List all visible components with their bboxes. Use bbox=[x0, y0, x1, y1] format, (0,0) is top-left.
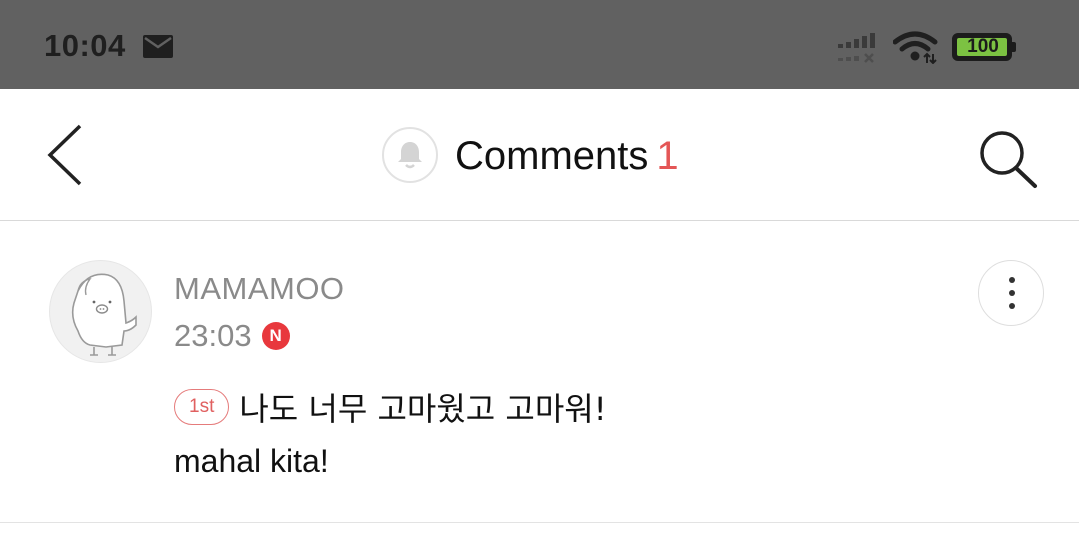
comment-item: MAMAMOO 23:03 N 1st 나도 너무 고마웠고 고마워! maha… bbox=[0, 221, 1079, 523]
page-title-text: Comments bbox=[455, 134, 649, 178]
status-bar: 10:04 100 bbox=[0, 0, 1079, 89]
more-dot-icon bbox=[1009, 277, 1015, 283]
battery-icon: 100 bbox=[952, 33, 1016, 61]
battery-level: 100 bbox=[967, 36, 999, 57]
search-icon[interactable] bbox=[975, 129, 1039, 189]
more-dot-icon bbox=[1009, 303, 1015, 309]
notification-bell-button[interactable] bbox=[382, 127, 438, 183]
comment-author[interactable]: MAMAMOO bbox=[174, 271, 345, 307]
comments-header: Comments 1 bbox=[0, 89, 1079, 221]
wifi-icon bbox=[893, 31, 938, 64]
comment-text-line2: mahal kita! bbox=[174, 443, 329, 479]
signal-icon bbox=[838, 33, 875, 63]
page-title: Comments 1 bbox=[455, 133, 679, 179]
back-icon[interactable] bbox=[44, 124, 84, 186]
more-dot-icon bbox=[1009, 290, 1015, 296]
comment-text: 나도 너무 고마웠고 고마워! bbox=[239, 390, 607, 428]
new-badge: N bbox=[261, 322, 290, 350]
character-avatar-icon bbox=[71, 273, 137, 356]
comment-body-line1: 1st 나도 너무 고마웠고 고마워! bbox=[174, 385, 607, 429]
more-options-button[interactable] bbox=[978, 260, 1044, 326]
status-time: 10:04 bbox=[44, 28, 126, 63]
first-comment-badge: 1st bbox=[174, 389, 230, 425]
comment-count: 1 bbox=[656, 134, 679, 178]
avatar[interactable] bbox=[49, 260, 152, 363]
bell-icon bbox=[398, 142, 422, 169]
mail-icon bbox=[143, 35, 173, 58]
comment-time: 23:03 bbox=[174, 318, 252, 353]
comment-meta: 23:03 N bbox=[174, 318, 290, 354]
